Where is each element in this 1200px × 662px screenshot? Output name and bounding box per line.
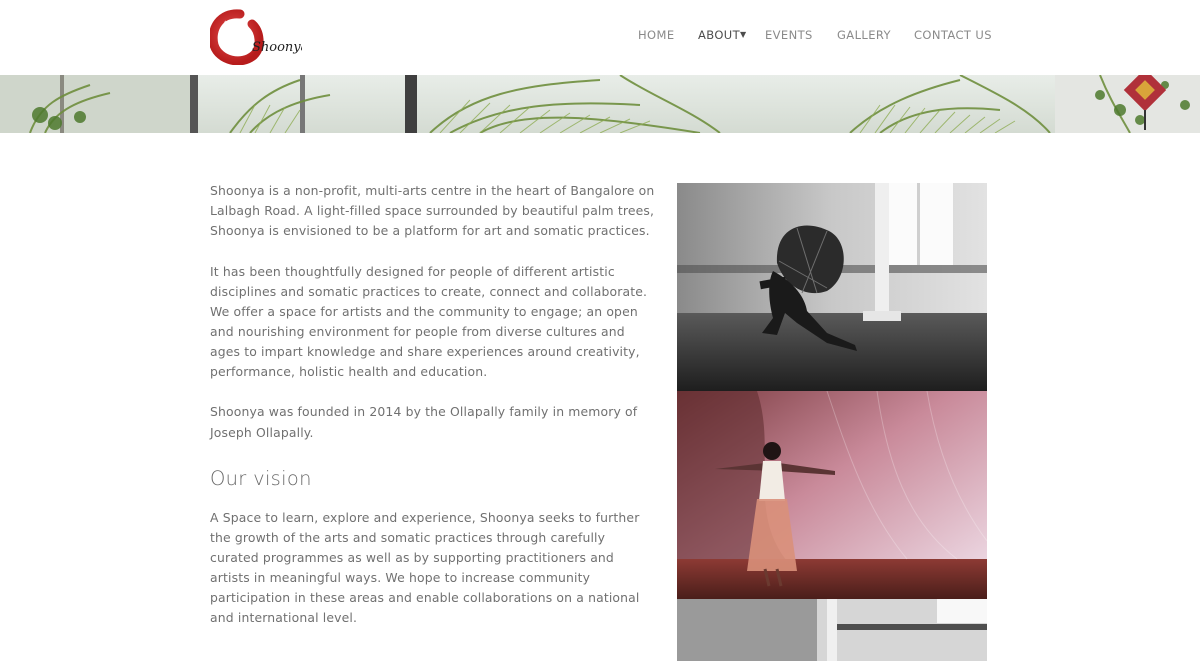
nav-home[interactable]: HOME (638, 28, 675, 42)
nav-about[interactable]: ABOUT (698, 28, 740, 42)
banner-image (0, 75, 1200, 133)
photo-umbrella-dancer (677, 183, 987, 391)
vision-paragraph: A Space to learn, explore and experience… (210, 509, 640, 626)
design-paragraph: It has been thoughtfully designed for pe… (210, 263, 648, 380)
nav-gallery[interactable]: GALLERY (837, 28, 891, 42)
chevron-down-icon[interactable]: ▼ (740, 30, 746, 39)
founded-paragraph: Shoonya was founded in 2014 by the Ollap… (210, 404, 638, 440)
site-header: Shoonya HOME ABOUT ▼ EVENTS GALLERY CONT… (0, 0, 1200, 75)
photo-column (677, 183, 987, 661)
enso-circle-logo: Shoonya (208, 9, 308, 66)
photo-pink-dancer (677, 391, 987, 599)
intro-paragraph: Shoonya is a non-profit, multi-arts cent… (210, 183, 655, 239)
nav-contact-us[interactable]: CONTACT US (914, 28, 992, 42)
vision-heading: Our vision (210, 466, 312, 490)
about-content: Shoonya is a non-profit, multi-arts cent… (210, 181, 655, 628)
photo-room (677, 599, 987, 661)
svg-text:Shoonya: Shoonya (252, 40, 302, 55)
main-nav: HOME ABOUT ▼ EVENTS GALLERY CONTACT US (620, 28, 1000, 46)
site-logo[interactable]: Shoonya (208, 9, 308, 66)
hero-banner (0, 75, 1200, 133)
nav-events[interactable]: EVENTS (765, 28, 813, 42)
